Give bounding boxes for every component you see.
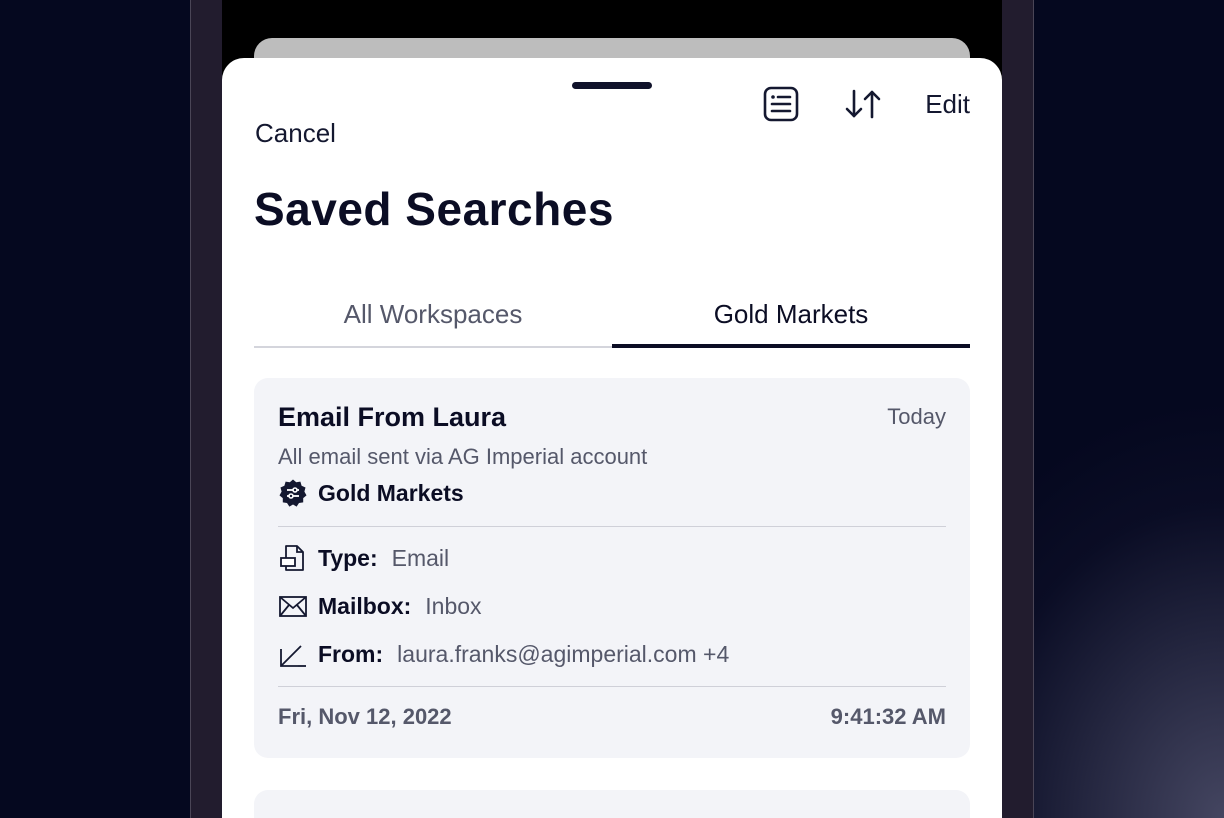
saved-search-footer-time: 9:41:32 AM [830,704,946,729]
sheet-grabber[interactable] [572,82,652,89]
workspace-row: Gold Markets [278,478,464,508]
detail-mailbox-value: Inbox [425,592,482,619]
sort-arrows-icon [845,89,881,119]
saved-search-title: Email From Laura [278,402,507,432]
card-divider [278,526,946,527]
sort-button[interactable] [843,84,883,124]
envelope-icon [279,596,307,617]
saved-searches-sheet: Cancel Edit Saved Searches All Workspace… [222,58,1002,818]
detail-from-value: laura.franks@agimperial.com +4 [397,640,730,667]
tab-gold-markets[interactable]: Gold Markets [612,282,970,348]
arrow-down-left-icon [280,645,306,667]
next-saved-search-card[interactable] [254,790,970,818]
saved-search-date: Today [887,404,946,429]
workspace-tabs: All Workspaces Gold Markets [254,282,970,348]
card-header: Email From Laura Today All email sent vi… [278,378,946,469]
card-divider-footer [278,686,946,687]
detail-mailbox: Mailbox: Inbox [278,588,482,624]
list-icon [763,86,799,122]
toolbar: Edit [761,84,970,124]
workspace-name: Gold Markets [318,479,464,506]
tab-all-workspaces[interactable]: All Workspaces [254,282,612,346]
cancel-button[interactable]: Cancel [255,118,336,149]
edit-button[interactable]: Edit [925,89,970,120]
detail-from: From: laura.franks@agimperial.com +4 [278,636,729,672]
detail-mailbox-key: Mailbox: [318,592,412,619]
detail-type-key: Type: [318,544,378,571]
list-view-button[interactable] [761,84,801,124]
detail-type-value: Email [391,544,450,571]
saved-search-card[interactable]: Email From Laura Today All email sent vi… [254,378,970,758]
document-icon [280,545,304,571]
saved-search-description: All email sent via AG Imperial account [278,444,648,469]
workspace-badge-icon [279,479,307,507]
saved-search-footer-date: Fri, Nov 12, 2022 [278,704,452,729]
detail-type: Type: Email [278,540,449,576]
detail-from-key: From: [318,640,384,667]
page-title: Saved Searches [254,183,614,235]
